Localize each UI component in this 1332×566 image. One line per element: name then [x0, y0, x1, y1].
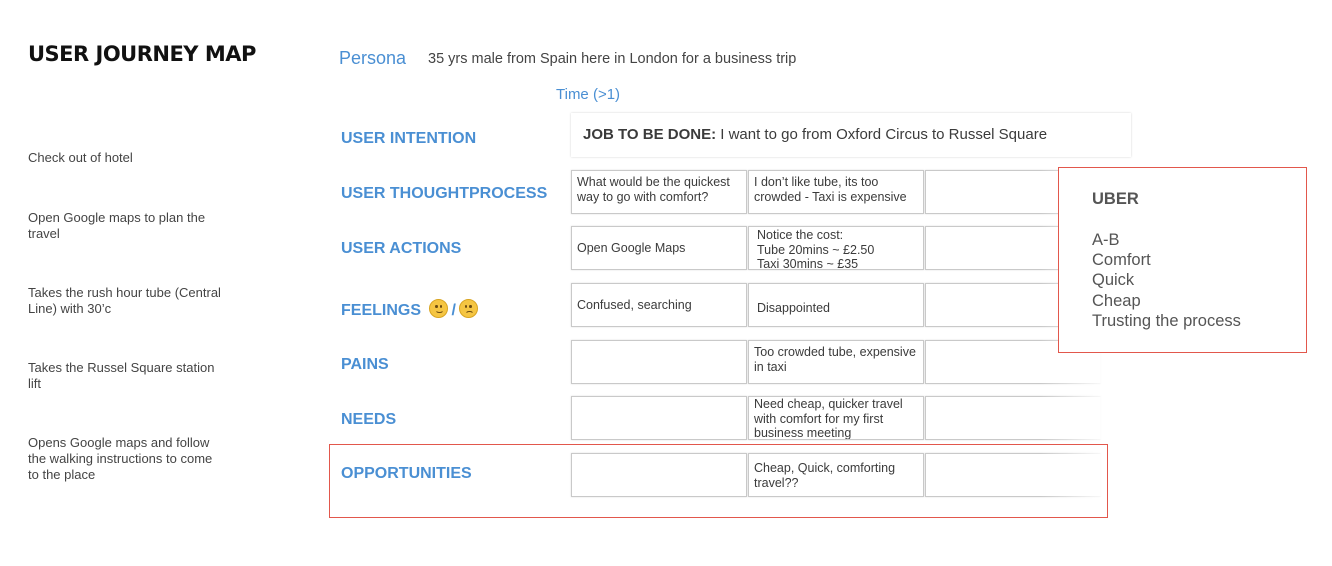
- actions-cell: Notice the cost: Tube 20mins ~ £2.50 Tax…: [748, 226, 924, 270]
- persona-description: 35 yrs male from Spain here in London fo…: [428, 51, 797, 67]
- time-label: Time (>1): [556, 86, 621, 103]
- feelings-cell: Disappointed: [748, 283, 924, 327]
- uber-list-item: Cheap: [1092, 291, 1141, 310]
- uber-list-item: Trusting the process: [1092, 311, 1241, 330]
- persona-label: Persona: [339, 48, 407, 68]
- row-label-needs: NEEDS: [341, 411, 397, 428]
- uber-list-item: Quick: [1092, 271, 1135, 290]
- journey-step: Opens Google maps and follow the walking…: [28, 435, 213, 482]
- journey-step: Takes the Russel Square station lift: [28, 360, 215, 391]
- thoughtprocess-cell: I don’t like tube, its too crowded - Tax…: [748, 170, 924, 214]
- worried-face-icon: [458, 299, 478, 318]
- uber-callout: UBER A-B Comfort Quick Cheap Trusting th…: [1058, 167, 1307, 353]
- feelings-cell: Confused, searching: [571, 283, 747, 327]
- uber-title: UBER: [1092, 190, 1139, 208]
- row-label-pains: PAINS: [341, 356, 389, 373]
- job-to-be-done-value: I want to go from Oxford Circus to Russe…: [720, 126, 1048, 143]
- row-label-feelings: FEELINGS /: [341, 299, 478, 320]
- needs-cell: Need cheap, quicker travel with comfort …: [748, 396, 924, 440]
- job-to-be-done-box: JOB TO BE DONE: I want to go from Oxford…: [571, 113, 1131, 157]
- journey-step: Takes the rush hour tube (Central Line) …: [28, 285, 221, 316]
- journey-step: Check out of hotel: [28, 150, 133, 165]
- uber-list-item: Comfort: [1092, 251, 1151, 270]
- uber-list: A-B Comfort Quick Cheap Trusting the pro…: [1092, 230, 1241, 331]
- opportunities-highlight: [329, 444, 1108, 518]
- feelings-label-text: FEELINGS: [341, 302, 422, 319]
- cell-fade: [1040, 394, 1110, 442]
- pains-cell: Too crowded tube, expensive in taxi: [748, 340, 924, 384]
- needs-cell: [571, 396, 747, 440]
- row-label-user-intention: USER INTENTION: [341, 130, 477, 147]
- row-label-user-actions: USER ACTIONS: [341, 240, 462, 257]
- job-to-be-done-text: JOB TO BE DONE: I want to go from Oxford…: [583, 126, 1047, 143]
- slightly-smiling-face-icon: [429, 299, 449, 318]
- emoji-separator: /: [451, 302, 456, 319]
- pains-cell: [571, 340, 747, 384]
- thoughtprocess-cell: What would be the quickest way to go wit…: [571, 170, 747, 214]
- page-title: USER JOURNEY MAP: [28, 42, 256, 66]
- row-label-user-thoughtprocess: USER THOUGHTPROCESS: [341, 185, 548, 202]
- job-to-be-done-prefix: JOB TO BE DONE:: [583, 126, 717, 143]
- journey-step: Open Google maps to plan the travel: [28, 210, 206, 241]
- actions-cell: Open Google Maps: [571, 226, 747, 270]
- uber-list-item: A-B: [1092, 231, 1120, 249]
